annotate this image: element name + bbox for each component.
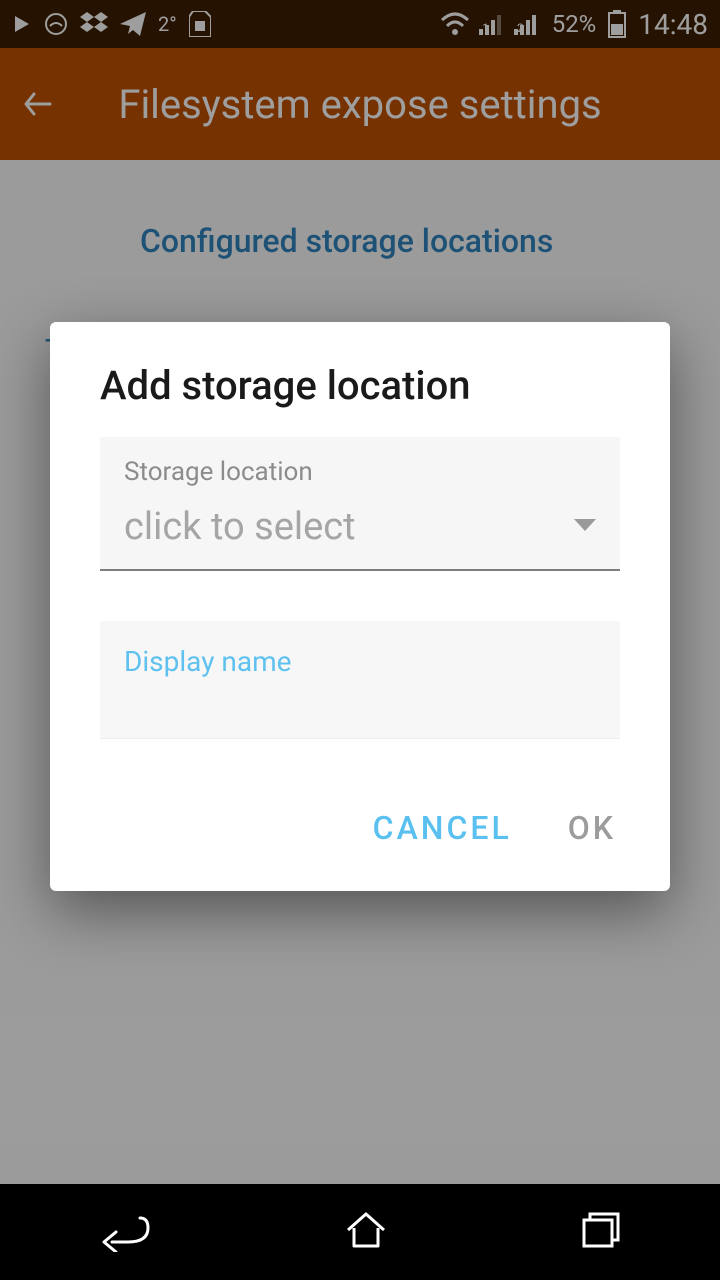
nav-bar	[0, 1184, 720, 1280]
cancel-button[interactable]: CANCEL	[373, 809, 512, 847]
storage-location-label: Storage location	[124, 457, 596, 487]
storage-location-placeholder: click to select	[124, 505, 356, 549]
field-underline	[100, 569, 620, 571]
dialog-title: Add storage location	[50, 362, 670, 437]
ok-button[interactable]: OK	[568, 809, 616, 847]
nav-back-button[interactable]	[96, 1208, 152, 1256]
dialog-actions: CANCEL OK	[50, 739, 670, 871]
chevron-down-icon	[574, 518, 596, 537]
nav-recent-button[interactable]	[580, 1210, 624, 1254]
storage-location-select[interactable]: click to select	[124, 505, 596, 557]
display-name-label: Display name	[124, 645, 596, 678]
add-storage-dialog: Add storage location Storage location cl…	[50, 322, 670, 891]
display-name-field[interactable]: Display name	[100, 621, 620, 739]
storage-location-field: Storage location click to select	[100, 437, 620, 569]
nav-home-button[interactable]	[344, 1210, 388, 1254]
